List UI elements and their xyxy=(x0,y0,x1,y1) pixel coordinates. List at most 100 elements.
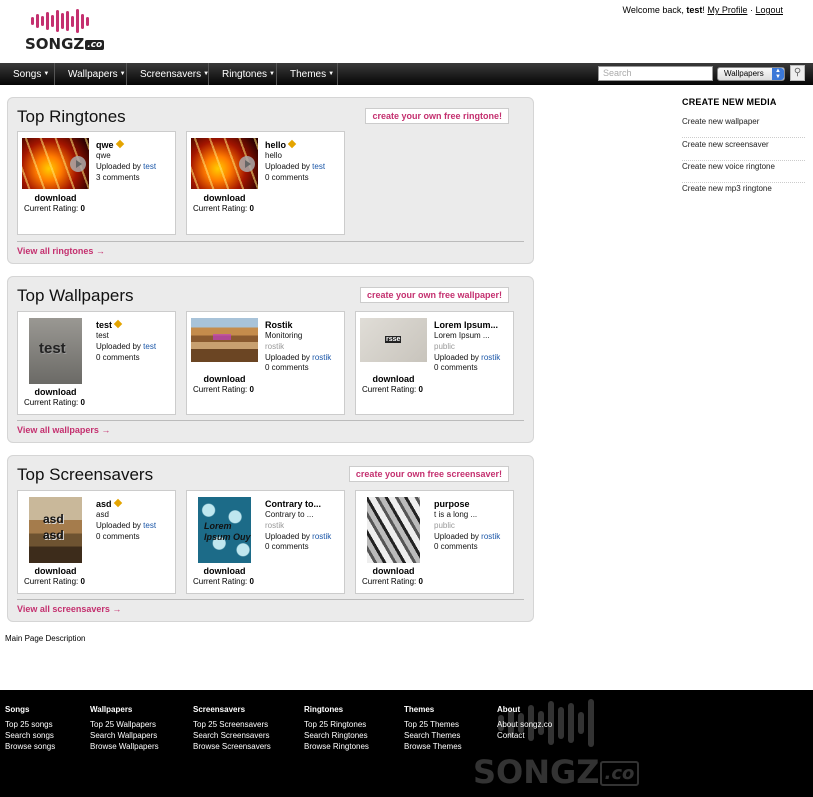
create-ringtone-button[interactable]: create your own free ringtone! xyxy=(365,108,509,124)
search-button[interactable]: ⚲ xyxy=(790,65,805,81)
wallpaper-thumbnail[interactable]: test xyxy=(29,318,82,384)
wallpaper-thumbnail[interactable]: rsse xyxy=(360,318,427,362)
screensaver-thumbnail[interactable] xyxy=(367,497,420,563)
download-link[interactable]: download xyxy=(22,193,89,203)
comments-count[interactable]: 3 comments xyxy=(96,173,140,182)
footer-link[interactable]: Browse Ringtones xyxy=(304,741,369,752)
create-mp3-ringtone-link[interactable]: Create new mp3 ringtone xyxy=(682,183,805,205)
media-card: rsse Lorem Ipsum... Lorem Ipsum ... publ… xyxy=(355,311,514,415)
media-name[interactable]: Lorem Ipsum... xyxy=(434,320,498,330)
view-all-wallpapers-link[interactable]: View all wallpapers → xyxy=(17,420,524,437)
footer-link[interactable]: Top 25 Wallpapers xyxy=(90,719,159,730)
media-card: asd asd asd asd Uploaded by test 0 comme… xyxy=(17,490,176,594)
footer-link[interactable]: Top 25 songs xyxy=(5,719,55,730)
uploader-link[interactable]: rostik xyxy=(481,353,500,362)
footer-col-screensavers: Screensavers Top 25 Screensavers Search … xyxy=(193,704,271,752)
footer-link[interactable]: Search Wallpapers xyxy=(90,730,159,741)
footer-link[interactable]: Search Themes xyxy=(404,730,462,741)
logo-equalizer-icon xyxy=(31,8,89,34)
footer-link[interactable]: Top 25 Ringtones xyxy=(304,719,369,730)
search-type-select[interactable]: Wallpapers ▲ ▼ xyxy=(717,67,785,81)
download-link[interactable]: download xyxy=(360,566,427,576)
uploader-link[interactable]: rostik xyxy=(312,532,331,541)
comments-count[interactable]: 0 comments xyxy=(96,353,140,362)
media-desc: asd xyxy=(96,510,109,519)
download-link[interactable]: download xyxy=(191,193,258,203)
current-rating: Current Rating: 0 xyxy=(193,385,254,394)
uploader-link[interactable]: test xyxy=(143,521,156,530)
screensaver-thumbnail[interactable]: Lorem Ipsum Ouy xyxy=(198,497,251,563)
my-profile-link[interactable]: My Profile xyxy=(707,5,747,15)
media-name[interactable]: qwe xyxy=(96,139,124,150)
create-voice-ringtone-link[interactable]: Create new voice ringtone xyxy=(682,161,805,183)
footer-link[interactable]: Browse Wallpapers xyxy=(90,741,159,752)
uploader-link[interactable]: test xyxy=(312,162,325,171)
play-icon[interactable] xyxy=(239,155,255,172)
download-link[interactable]: download xyxy=(22,387,89,397)
username: test xyxy=(686,5,703,15)
create-screensaver-link[interactable]: Create new screensaver xyxy=(682,139,805,161)
view-all-screensavers-link[interactable]: View all screensavers → xyxy=(17,599,524,616)
footer-link[interactable]: Browse songs xyxy=(5,741,55,752)
media-name[interactable]: asd xyxy=(96,498,122,509)
caret-down-icon: ▼ xyxy=(119,71,126,77)
uploader-link[interactable]: rostik xyxy=(481,532,500,541)
footer-link[interactable]: Search songs xyxy=(5,730,55,741)
edit-pencil-icon[interactable] xyxy=(113,319,123,329)
nav-themes[interactable]: Themes ▼ xyxy=(277,63,338,85)
edit-pencil-icon[interactable] xyxy=(113,498,122,508)
create-screensaver-button[interactable]: create your own free screensaver! xyxy=(348,466,509,482)
comments-count[interactable]: 0 comments xyxy=(96,532,140,541)
comments-count[interactable]: 0 comments xyxy=(265,542,309,551)
media-name[interactable]: hello xyxy=(265,139,297,150)
footer-link[interactable]: Search Ringtones xyxy=(304,730,369,741)
download-link[interactable]: download xyxy=(360,374,427,384)
uploader-link[interactable]: test xyxy=(143,162,156,171)
footer-col-wallpapers: Wallpapers Top 25 Wallpapers Search Wall… xyxy=(90,704,159,752)
edit-pencil-icon[interactable] xyxy=(287,139,297,149)
search-input[interactable]: Search xyxy=(598,66,713,81)
nav-songs[interactable]: Songs ▼ xyxy=(0,63,55,85)
media-name[interactable]: test xyxy=(96,319,123,330)
comments-count[interactable]: 0 comments xyxy=(434,363,478,372)
uploader-link[interactable]: test xyxy=(143,342,156,351)
nav-ringtones[interactable]: Ringtones ▼ xyxy=(209,63,277,85)
download-link[interactable]: download xyxy=(191,374,258,384)
create-wallpaper-link[interactable]: Create new wallpaper xyxy=(682,116,805,138)
footer-col-ringtones: Ringtones Top 25 Ringtones Search Ringto… xyxy=(304,704,369,752)
current-rating: Current Rating: 0 xyxy=(24,577,85,586)
media-name[interactable]: purpose xyxy=(434,499,470,509)
comments-count[interactable]: 0 comments xyxy=(265,363,309,372)
wallpaper-thumbnail[interactable] xyxy=(191,318,258,362)
search-icon: ⚲ xyxy=(793,67,802,78)
footer-link[interactable]: Browse Screensavers xyxy=(193,741,271,752)
view-all-ringtones-link[interactable]: View all ringtones → xyxy=(17,241,524,258)
comments-count[interactable]: 0 comments xyxy=(265,173,309,182)
ringtone-thumbnail[interactable] xyxy=(22,138,89,189)
footer-link[interactable]: Browse Themes xyxy=(404,741,462,752)
footer: SONGZ .co Songs Top 25 songs Search songs… xyxy=(0,690,813,797)
screensaver-thumbnail[interactable]: asd asd xyxy=(29,497,82,563)
nav-wallpapers[interactable]: Wallpapers ▼ xyxy=(55,63,127,85)
panel-title: Top Ringtones xyxy=(17,107,126,126)
play-icon[interactable] xyxy=(70,155,86,172)
media-desc: Contrary to ... xyxy=(265,510,314,519)
footer-link[interactable]: Top 25 Themes xyxy=(404,719,462,730)
ringtone-thumbnail[interactable] xyxy=(191,138,258,189)
footer-link[interactable]: Search Screensavers xyxy=(193,730,271,741)
logout-link[interactable]: Logout xyxy=(755,5,783,15)
media-name[interactable]: Rostik xyxy=(265,320,293,330)
footer-link[interactable]: Contact xyxy=(497,730,552,741)
edit-pencil-icon[interactable] xyxy=(115,139,124,149)
download-link[interactable]: download xyxy=(22,566,89,576)
uploader-link[interactable]: rostik xyxy=(312,353,331,362)
create-wallpaper-button[interactable]: create your own free wallpaper! xyxy=(359,287,509,303)
nav-screensavers[interactable]: Screensavers ▼ xyxy=(127,63,209,85)
download-link[interactable]: download xyxy=(191,566,258,576)
site-logo[interactable]: SONGZ .co xyxy=(25,8,105,53)
footer-link[interactable]: About songz.co xyxy=(497,719,552,730)
footer-link[interactable]: Top 25 Screensavers xyxy=(193,719,271,730)
media-name[interactable]: Contrary to... xyxy=(265,499,321,509)
comments-count[interactable]: 0 comments xyxy=(434,542,478,551)
media-desc: qwe xyxy=(96,151,111,160)
